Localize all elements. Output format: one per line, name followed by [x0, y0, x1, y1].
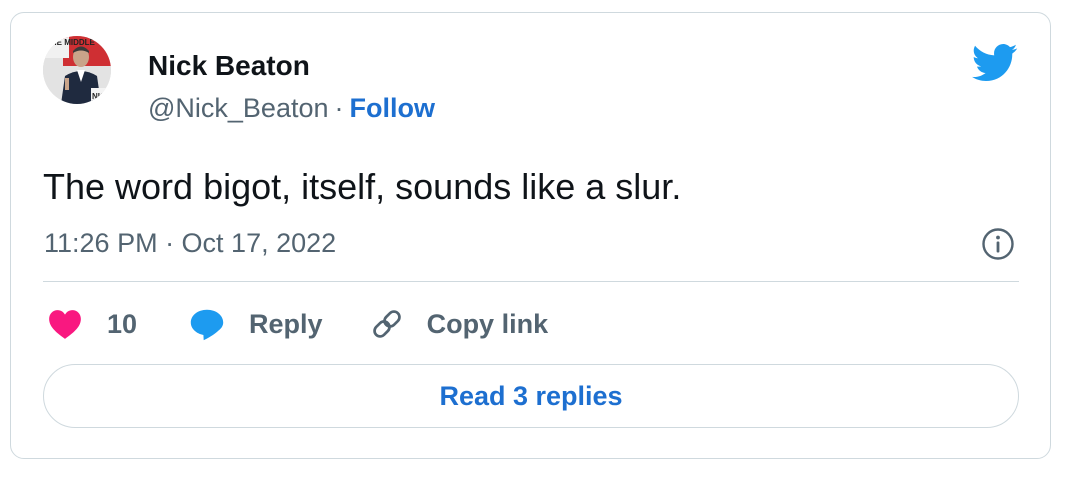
author-name[interactable]: Nick Beaton — [148, 49, 310, 83]
heart-icon — [49, 310, 81, 339]
read-replies-label: Read 3 replies — [439, 380, 623, 411]
twitter-bird-icon[interactable] — [971, 43, 1018, 83]
tweet-card: THE MIDDLE NIC Nick Beaton @Nick_Beaton ·… — [10, 12, 1051, 459]
link-icon — [372, 310, 401, 338]
avatar-backdrop-text: THE MIDDLE — [46, 38, 96, 47]
like-count: 10 — [107, 308, 138, 339]
separator-dot: · — [334, 93, 344, 123]
avatar-backdrop-text-bottom: NIC — [92, 92, 106, 101]
speech-bubble-icon — [190, 309, 224, 341]
reply-label: Reply — [249, 308, 323, 339]
like-button[interactable]: 10 — [48, 308, 137, 340]
tweet-text: The word bigot, itself, sounds like a sl… — [43, 166, 682, 207]
avatar[interactable]: THE MIDDLE NIC — [43, 36, 111, 104]
copy-link-button[interactable]: Copy link — [369, 306, 549, 342]
tweet-timestamp[interactable]: 11:26 PM · Oct 17, 2022 — [44, 226, 336, 260]
copy-link-label: Copy link — [426, 308, 549, 339]
follow-link[interactable]: Follow — [350, 93, 435, 123]
author-handle[interactable]: @Nick_Beaton — [148, 93, 329, 123]
reply-button[interactable]: Reply — [189, 307, 323, 341]
read-replies-button[interactable]: Read 3 replies — [43, 364, 1019, 428]
author-handle-line: @Nick_Beaton · Follow — [148, 91, 435, 125]
divider — [43, 281, 1019, 282]
tweet-actions: 10 Reply Copy link — [48, 305, 548, 343]
info-circle-icon[interactable] — [981, 227, 1015, 261]
